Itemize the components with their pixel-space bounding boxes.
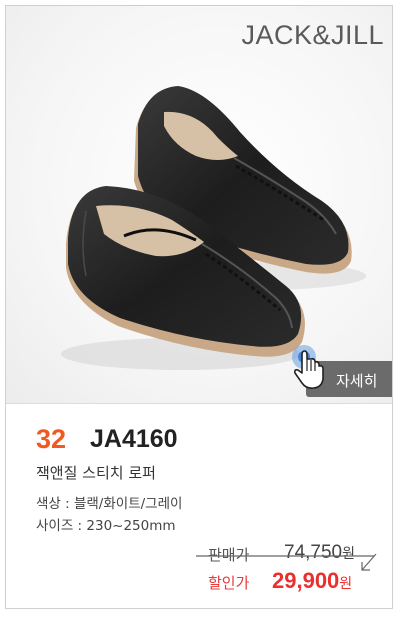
product-photo[interactable]: JACK&JILL 자세히 — [6, 6, 392, 404]
product-size-spec: 사이즈 : 230~250mm — [36, 518, 176, 534]
product-card[interactable]: JACK&JILL 자세히 32 JA4160 잭앤질 스티치 로퍼 색상: … — [5, 5, 393, 609]
product-name[interactable]: 잭앤질 스티치 로퍼 — [36, 462, 156, 483]
sale-price-value: 29,900 — [272, 568, 340, 593]
product-code[interactable]: JA4160 — [90, 425, 178, 454]
sale-price-currency: 원 — [339, 576, 353, 592]
sale-price: 29,900원 — [272, 568, 352, 594]
hand-pointer-icon — [292, 345, 324, 389]
product-color-spec: 색상 : 블랙/화이트/그레이 — [36, 496, 183, 512]
sale-price-label: 할인가 — [208, 574, 250, 592]
detail-button-label: 자세히 — [336, 372, 378, 390]
product-number: 32 — [36, 424, 67, 454]
detail-button[interactable]: 자세히 — [292, 345, 392, 397]
loafer-shoes-image — [61, 86, 366, 370]
